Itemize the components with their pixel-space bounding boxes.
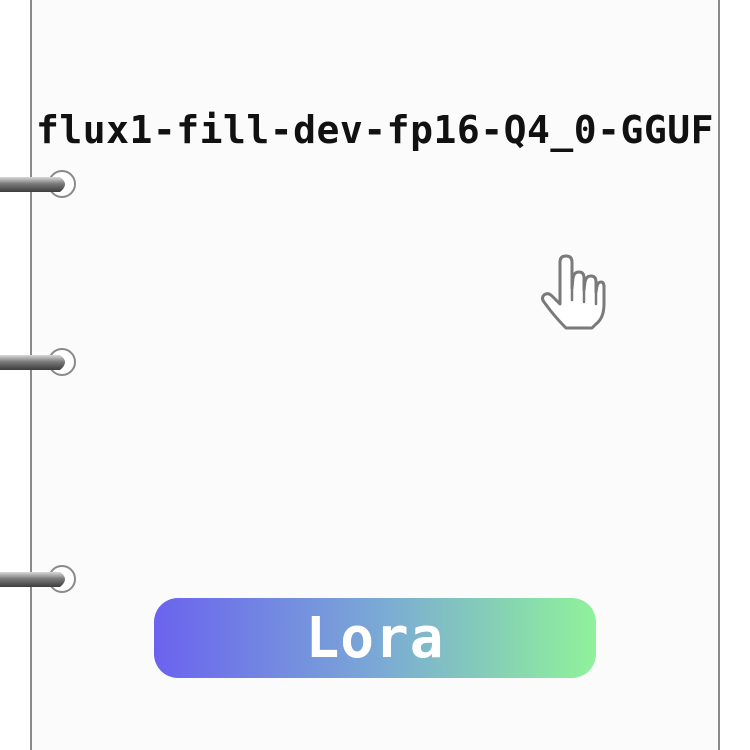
page: flux1-fill-dev-fp16-Q4_0-GGUF Lora	[0, 0, 750, 750]
model-title: flux1-fill-dev-fp16-Q4_0-GGUF	[36, 108, 714, 152]
binder-ring-icon	[0, 563, 80, 597]
hand-pointer-icon	[540, 254, 606, 330]
binder-ring-icon	[0, 346, 80, 380]
binder-ring-icon	[0, 168, 80, 202]
lora-button-label: Lora	[305, 605, 445, 671]
lora-button[interactable]: Lora	[154, 598, 596, 678]
